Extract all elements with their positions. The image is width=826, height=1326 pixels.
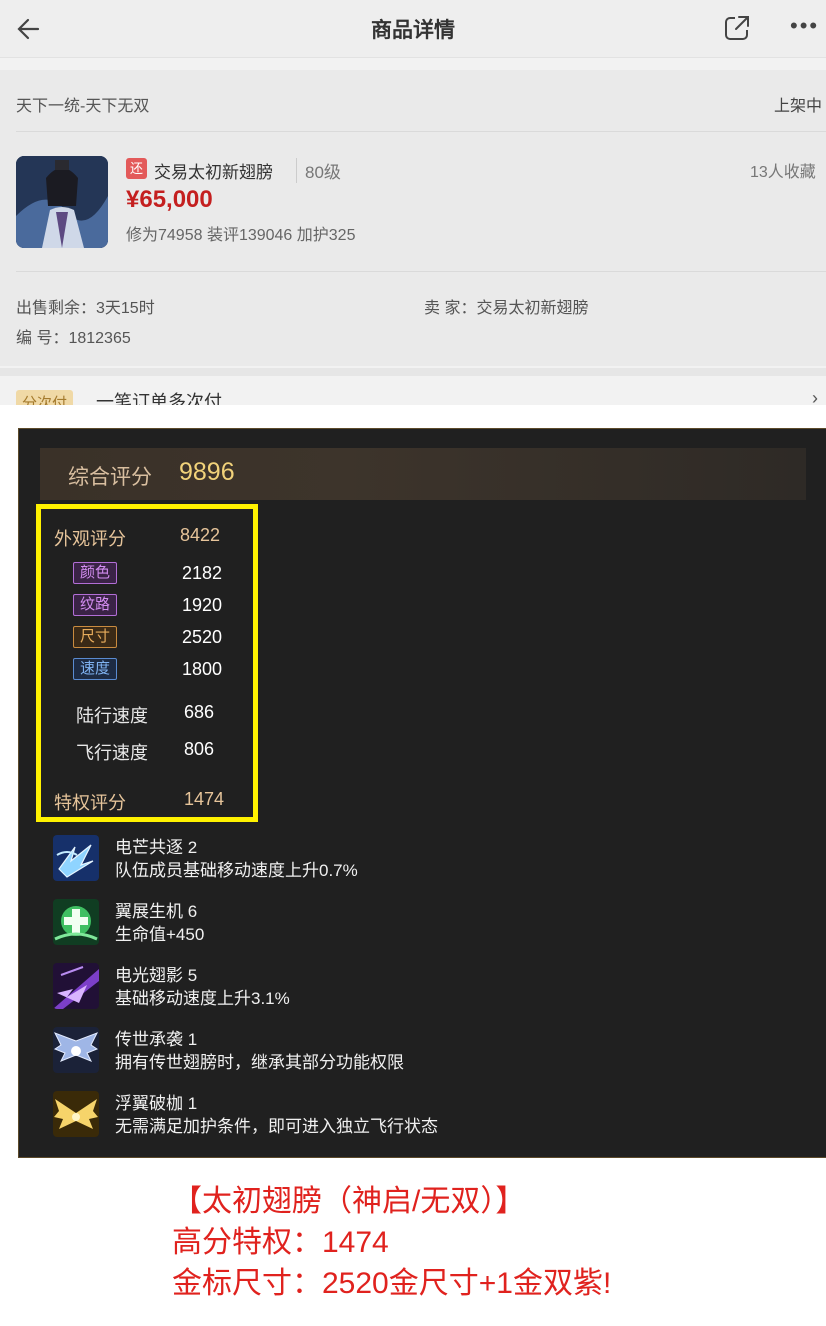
speed-badge: 速度 xyxy=(73,658,117,680)
skill-item[interactable]: 传世承袭 1 拥有传世翅膀时，继承其部分功能权限 xyxy=(53,1025,753,1075)
breadcrumb[interactable]: 天下一统-天下无双 xyxy=(16,92,149,116)
fly-speed-value: 806 xyxy=(184,739,215,759)
return-tag: 还 xyxy=(126,158,147,179)
winged-emblem-icon xyxy=(53,1027,99,1073)
caption-size: 金标尺寸：2520金尺寸+1金双紫! xyxy=(172,1267,612,1300)
land-speed-value: 686 xyxy=(184,702,215,722)
character-thumbnail[interactable] xyxy=(16,156,108,248)
total-score-bar: 综合评分 9896 xyxy=(40,448,806,500)
lightning-dash-icon xyxy=(53,835,99,881)
pattern-badge: 纹路 xyxy=(73,594,117,616)
seller-info: 卖 家：交易太初新翅膀 xyxy=(424,300,589,317)
speed-value: 1800 xyxy=(182,659,223,679)
more-icon[interactable]: ••• xyxy=(790,13,819,39)
highlight-box xyxy=(36,504,258,822)
character-stats: 修为74958 装评139046 加护325 xyxy=(126,227,356,244)
skill-item[interactable]: 浮翼破枷 1 无需满足加护条件，即可进入独立飞行状态 xyxy=(53,1089,753,1139)
skill-description: 拥有传世翅膀时，继承其部分功能权限 xyxy=(115,1053,404,1072)
product-detail-page: 商品详情 ••• 天下一统-天下无双 上架中 还 交易太初新翅膀 80级 13人… xyxy=(0,0,826,405)
skill-name: 浮翼破枷 1 xyxy=(115,1094,198,1113)
total-score-value: 9896 xyxy=(179,458,235,486)
purple-lightning-icon xyxy=(53,963,99,1009)
size-value: 2520 xyxy=(182,627,223,647)
privilege-score-value: 1474 xyxy=(184,789,225,809)
color-value: 2182 xyxy=(182,563,223,583)
skill-name: 传世承袭 1 xyxy=(115,1030,198,1049)
color-badge: 颜色 xyxy=(73,562,117,584)
privilege-score-label: 特权评分 xyxy=(54,793,126,813)
installment-option[interactable]: 一笔订单多次付 xyxy=(96,388,222,405)
skill-description: 无需满足加护条件，即可进入独立飞行状态 xyxy=(115,1117,438,1136)
installment-tag: 分次付 xyxy=(16,390,74,405)
skill-item[interactable]: 电芒共逐 2 队伍成员基础移动速度上升0.7% xyxy=(53,833,753,883)
page-title: 商品详情 xyxy=(371,19,455,42)
serial-number: 编 号：1812365 xyxy=(16,330,131,347)
appearance-score-value: 8422 xyxy=(180,525,221,545)
skill-description: 生命值+450 xyxy=(115,925,205,944)
level-label: 80级 xyxy=(296,158,341,183)
section-gap xyxy=(0,368,826,376)
divider xyxy=(16,271,826,272)
skill-name: 翼展生机 6 xyxy=(115,902,198,921)
rating-panel: 综合评分 9896 外观评分 8422 颜色 2182 纹路 1920 尺寸 2… xyxy=(18,428,826,1158)
golden-wings-icon xyxy=(53,1091,99,1137)
price: ¥65,000 xyxy=(126,186,213,213)
fly-speed-label: 飞行速度 xyxy=(76,743,148,763)
listing-card: 天下一统-天下无双 上架中 还 交易太初新翅膀 80级 13人收藏 ¥65,00… xyxy=(0,70,826,366)
share-icon[interactable] xyxy=(722,13,752,43)
appearance-score-label: 外观评分 xyxy=(54,529,126,549)
caption-privilege: 高分特权：1474 xyxy=(172,1226,389,1259)
total-score-label: 综合评分 xyxy=(68,466,152,489)
caption-title: 【太初翅膀（神启/无双）】 xyxy=(172,1185,526,1218)
skill-item[interactable]: 翼展生机 6 生命值+450 xyxy=(53,897,753,947)
status-badge: 上架中 xyxy=(774,98,823,115)
chevron-right-icon[interactable]: › xyxy=(812,388,818,405)
skill-name: 电光翅影 5 xyxy=(115,966,198,985)
listing-name: 交易太初新翅膀 xyxy=(154,163,273,182)
land-speed-label: 陆行速度 xyxy=(76,706,148,726)
time-remaining: 出售剩余：3天15时 xyxy=(16,300,155,317)
skill-item[interactable]: 电光翅影 5 基础移动速度上升3.1% xyxy=(53,961,753,1011)
size-badge: 尺寸 xyxy=(73,626,117,648)
skill-description: 基础移动速度上升3.1% xyxy=(115,989,290,1008)
pattern-value: 1920 xyxy=(182,595,223,615)
nav-bar: 商品详情 ••• xyxy=(0,0,826,58)
favorite-count[interactable]: 13人收藏 xyxy=(750,158,816,182)
divider xyxy=(16,131,826,132)
skill-description: 队伍成员基础移动速度上升0.7% xyxy=(115,861,358,880)
green-cross-icon xyxy=(53,899,99,945)
skill-name: 电芒共逐 2 xyxy=(115,838,198,857)
